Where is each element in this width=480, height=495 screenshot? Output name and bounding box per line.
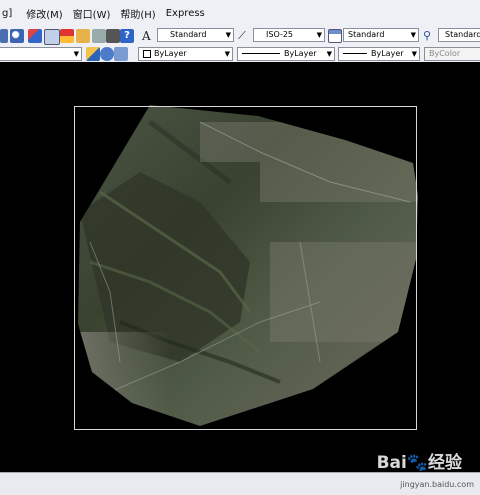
menu-modify[interactable]: 修改(M) — [21, 6, 67, 21]
help-icon[interactable]: ? — [120, 29, 134, 43]
layer-states-icon[interactable] — [114, 47, 128, 61]
image-frame — [74, 106, 417, 430]
watermark-url: jingyan.baidu.com — [400, 480, 474, 489]
plot-style-select[interactable]: ByColor — [424, 47, 480, 61]
color-swatch — [143, 49, 151, 58]
multileader-style-icon: ⚲ — [423, 29, 432, 42]
zoom-realtime-icon[interactable] — [0, 29, 8, 43]
table-style-select[interactable]: Standard ▼ — [343, 28, 419, 42]
text-style-select[interactable]: Standard ▼ — [157, 28, 234, 42]
menu-window[interactable]: 窗口(W) — [68, 6, 116, 21]
linetype-select[interactable]: ByLayer ▼ — [237, 47, 335, 61]
styles-toolbar: ? A Standard ▼ ⟋ ISO-25 ▼ Standard ▼ ⚲ Stan… — [0, 26, 480, 46]
table-style-icon — [328, 29, 342, 43]
chevron-down-icon: ▼ — [224, 50, 230, 58]
make-object-layer-current-icon[interactable] — [86, 47, 100, 61]
paw-icon: 🐾 — [406, 453, 428, 473]
multileader-style-select[interactable]: Standard — [438, 28, 480, 42]
properties-icon[interactable] — [28, 29, 42, 43]
menu-express[interactable]: Express — [161, 8, 210, 19]
layer-select[interactable]: ▼ — [0, 47, 82, 61]
dimension-style-icon: ⟋ — [238, 29, 246, 42]
zoom-window-icon[interactable] — [10, 29, 24, 43]
layer-previous-icon[interactable] — [100, 47, 114, 61]
watermark-logo: Bai🐾经验 — [376, 453, 462, 473]
linetype-preview — [242, 53, 280, 54]
chevron-down-icon: ▼ — [411, 50, 417, 58]
sheet-set-icon[interactable] — [76, 29, 90, 43]
color-select[interactable]: ByLayer ▼ — [138, 47, 233, 61]
text-style-icon: A — [142, 29, 151, 43]
chevron-down-icon: ▼ — [326, 50, 332, 58]
lineweight-select[interactable]: ByLayer ▼ — [338, 47, 420, 61]
chevron-down-icon: ▼ — [73, 50, 79, 58]
design-center-icon[interactable] — [44, 29, 60, 45]
chevron-down-icon: ▼ — [410, 31, 416, 39]
markup-icon[interactable] — [92, 29, 106, 43]
tool-palettes-icon[interactable] — [60, 29, 74, 43]
drawing-canvas[interactable] — [0, 62, 480, 472]
lineweight-preview — [343, 53, 367, 54]
chevron-down-icon: ▼ — [316, 31, 322, 39]
chevron-down-icon: ▼ — [225, 31, 231, 39]
calculator-icon[interactable] — [106, 29, 120, 43]
menu-help[interactable]: 帮助(H) — [115, 6, 160, 21]
menu-bar: g] 修改(M) 窗口(W) 帮助(H) Express — [0, 0, 480, 27]
properties-toolbar: ▼ ByLayer ▼ ByLayer ▼ ByLayer ▼ ByColor — [0, 45, 480, 63]
menu-left-fragment: g] — [2, 7, 13, 19]
dimension-style-select[interactable]: ISO-25 ▼ — [253, 28, 325, 42]
